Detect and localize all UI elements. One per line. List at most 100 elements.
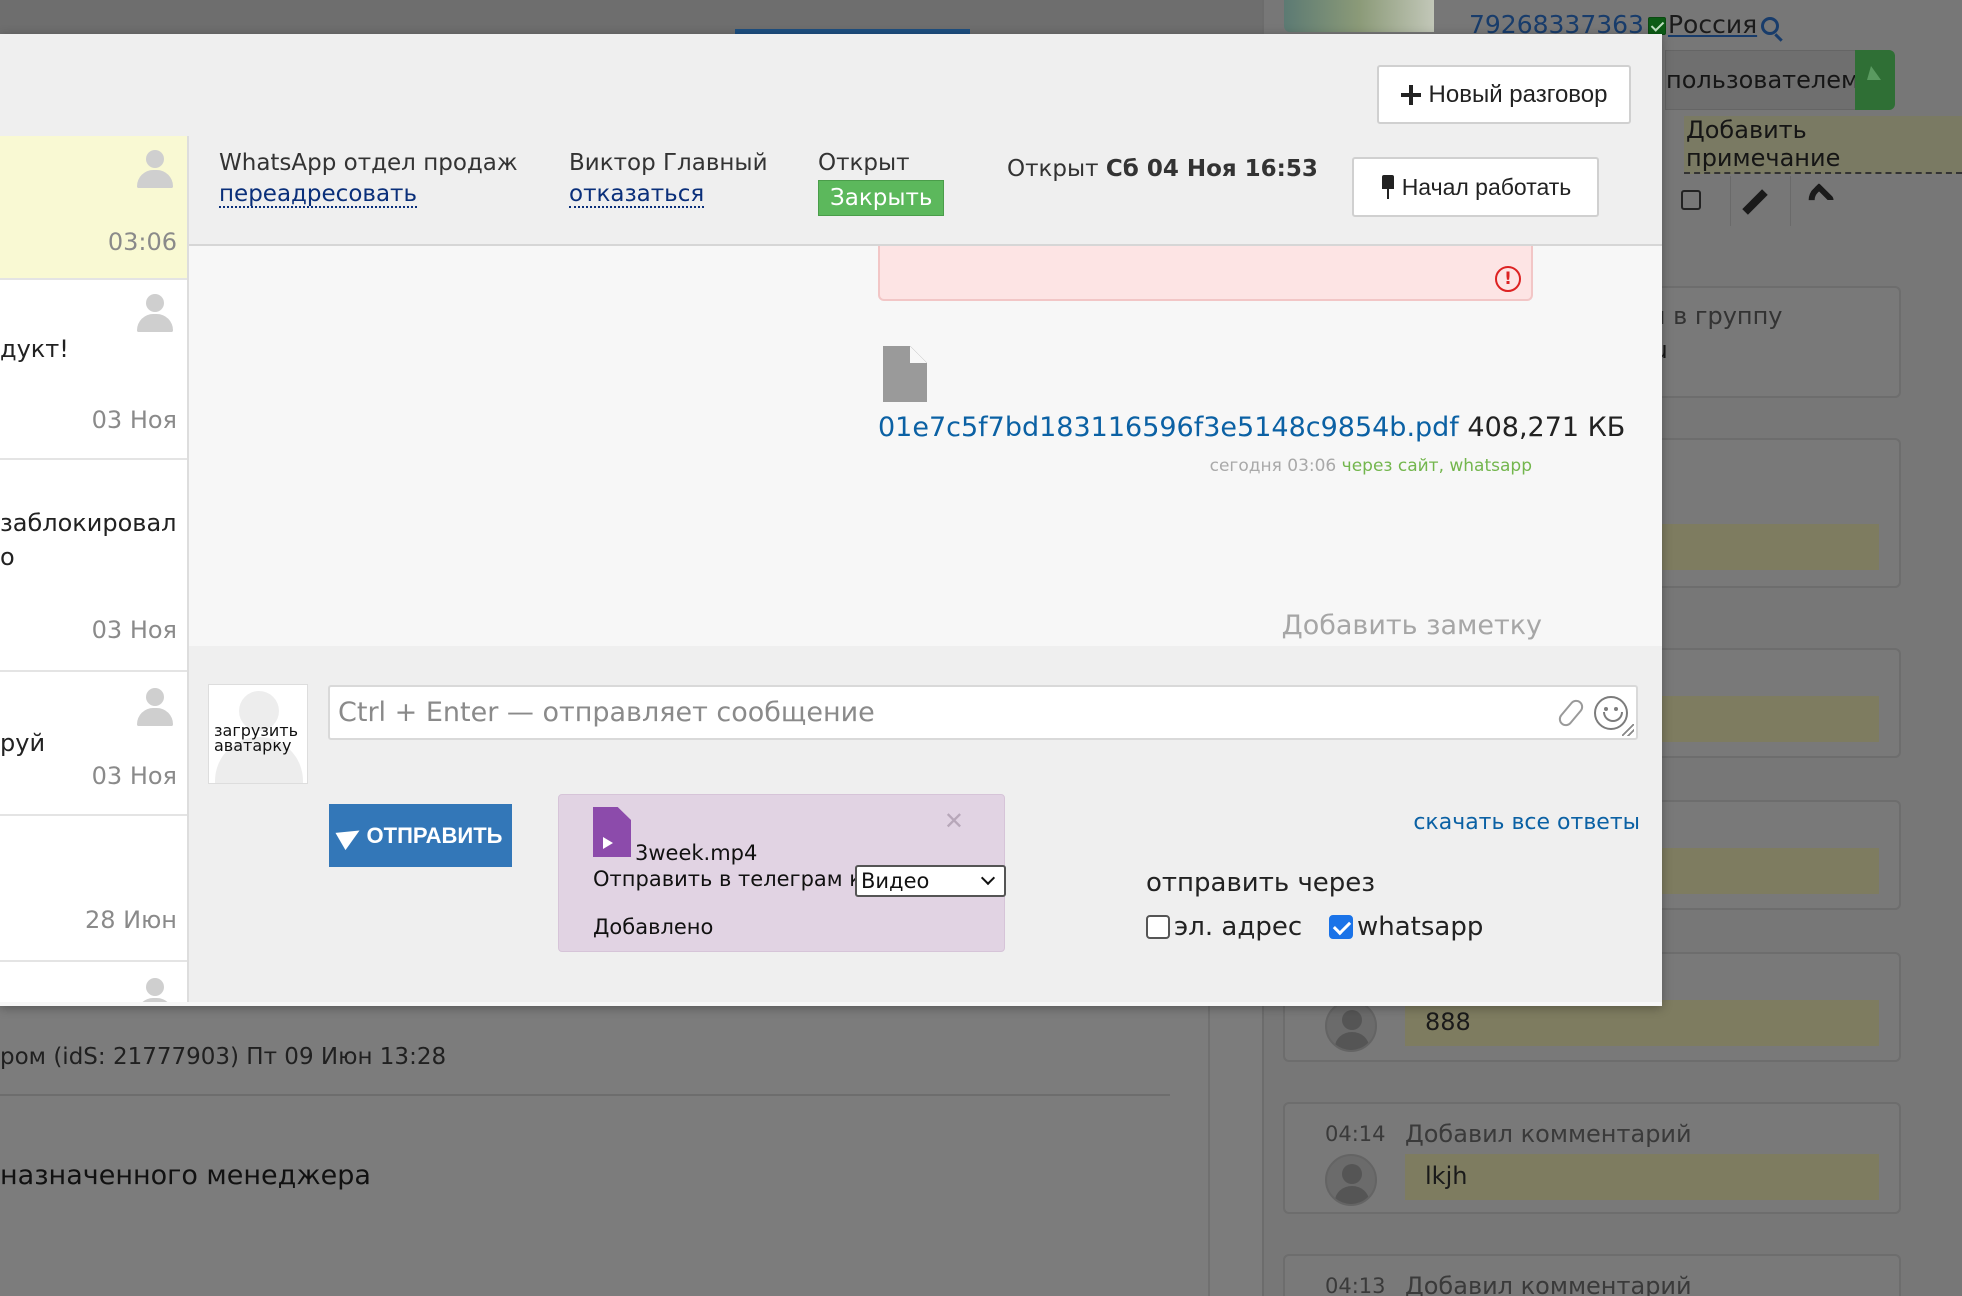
contact-photo: [1284, 0, 1434, 32]
card-comment: 888: [1425, 1008, 1471, 1036]
edit-cell[interactable]: [1730, 176, 1790, 226]
history-card: 04:14 Добавил комментарий lkjh: [1283, 1102, 1901, 1214]
conversation-item[interactable]: заблокировал о 03 Ноя: [0, 460, 187, 672]
file-size: 408,271 КБ: [1467, 412, 1626, 443]
conversation-preview: руй: [0, 729, 46, 757]
email-option-label: эл. адрес: [1174, 912, 1303, 942]
start-work-button[interactable]: Начал работать: [1352, 157, 1599, 217]
error-icon[interactable]: !: [1495, 266, 1521, 292]
conversation-date: 28 Июн: [84, 906, 177, 934]
send-via-label: отправить через: [1146, 868, 1376, 898]
send-label: ОТПРАВИТЬ: [366, 822, 503, 848]
attachment-panel: ✕ 3week.mp4 Отправить в телеграм как: Ви…: [558, 794, 1006, 952]
user-button[interactable]: пользователем: [1665, 50, 1865, 110]
close-conversation-button[interactable]: Закрыть: [818, 180, 945, 216]
conversation-date: 03 Ноя: [91, 616, 177, 644]
card-comment-box: [1405, 1154, 1879, 1200]
redirect-link[interactable]: переадресовать: [219, 182, 418, 208]
decline-link[interactable]: отказаться: [569, 182, 705, 208]
conversation-modal: Новый разговор 03:06 дукт! 03 Ноя заблок…: [0, 34, 1662, 1006]
bolt-icon[interactable]: [1855, 50, 1895, 110]
message-meta: сегодня 03:06 через сайт, whatsapp: [1210, 456, 1532, 476]
conversation-date: 03 Ноя: [91, 406, 177, 434]
add-note-link[interactable]: Добавить примечание: [1684, 116, 1962, 174]
video-file-icon: [593, 807, 631, 857]
background-divider: [1208, 1000, 1210, 1296]
message-thread: ! 01e7c5f7bd183116596f3e5148c9854b.pdf 4…: [189, 246, 1662, 646]
remove-attachment-icon[interactable]: ✕: [944, 807, 964, 835]
status-label: Открыт: [818, 150, 910, 176]
user-icon: [137, 294, 173, 334]
message-composer: загрузить аватарку ОТПРАВИТЬ ✕ 3week.mp4…: [189, 646, 1662, 1002]
conversation-date: 03 Ноя: [91, 762, 177, 790]
conversation-preview: дукт!: [0, 335, 69, 363]
modal-toolbar: Новый разговор: [0, 34, 1662, 136]
download-all-link[interactable]: скачать все ответы: [1413, 810, 1640, 835]
paperclip-icon[interactable]: [1555, 697, 1587, 729]
card-time: 04:14: [1325, 1122, 1386, 1146]
conversation-preview: заблокировал: [0, 509, 177, 537]
card-title: Добавил комментарий: [1405, 1272, 1692, 1296]
paper-plane-icon: [334, 821, 365, 850]
channel-block: WhatsApp отдел продаж переадресовать: [219, 150, 518, 208]
email-checkbox[interactable]: [1146, 915, 1170, 939]
send-as-select[interactable]: Видео: [855, 865, 1006, 897]
message-time: сегодня 03:06: [1209, 456, 1337, 476]
opened-at: Открыт Сб 04 Ноя 16:53: [1007, 156, 1318, 182]
plus-icon: [1400, 84, 1421, 105]
new-conversation-label: Новый разговор: [1428, 80, 1608, 108]
conversation-item[interactable]: 28 Июн: [0, 816, 187, 962]
card-title: Добавил комментарий: [1405, 1120, 1692, 1148]
file-icon: [883, 346, 927, 402]
pin-icon: [1380, 175, 1396, 199]
pencil-icon: [1742, 189, 1768, 215]
opened-datetime: Сб 04 Ноя 16:53: [1105, 156, 1318, 182]
upload-avatar-label: загрузить аватарку: [214, 721, 298, 755]
attachment-name: 3week.mp4: [635, 841, 758, 865]
manager-block: Виктор Главный отказаться: [569, 150, 768, 208]
avatar-upload[interactable]: загрузить аватарку: [208, 684, 308, 784]
message-channel: через сайт, whatsapp: [1341, 456, 1532, 476]
card-comment-box: [1405, 1000, 1879, 1046]
action-icons-row: [1660, 176, 1962, 226]
whatsapp-option-label: whatsapp: [1357, 912, 1484, 942]
new-conversation-button[interactable]: Новый разговор: [1377, 65, 1631, 124]
channel-name: WhatsApp отдел продаж: [219, 150, 518, 176]
history-card: 04:13 Добавил комментарий: [1283, 1254, 1901, 1296]
conversation-item[interactable]: дукт! 03 Ноя: [0, 280, 187, 460]
checkbox-task-icon: [1681, 190, 1701, 210]
background-event-text: ром (idS: 21777903) Пт 09 Июн 13:28: [0, 1044, 447, 1070]
add-note-button[interactable]: Добавить заметку: [1282, 610, 1542, 641]
user-icon: [137, 150, 173, 190]
conversation-item[interactable]: 03:06: [0, 136, 187, 280]
card-time: 04:13: [1325, 1274, 1386, 1296]
whatsapp-checkbox[interactable]: [1329, 915, 1353, 939]
verified-check-icon: [1647, 17, 1666, 35]
start-work-label: Начал работать: [1401, 173, 1572, 200]
conversation-list: 03:06 дукт! 03 Ноя заблокировал о 03 Ноя…: [0, 136, 189, 1002]
channel-email-option[interactable]: эл. адрес: [1146, 912, 1302, 942]
opened-prefix: Открыт: [1007, 156, 1099, 182]
resize-handle[interactable]: [1622, 724, 1634, 736]
conversation-preview: о: [0, 543, 15, 571]
send-as-label: Отправить в телеграм как:: [593, 867, 895, 891]
conversation-item[interactable]: руй 03 Ноя: [0, 672, 187, 816]
message-input-wrapper: [328, 685, 1638, 740]
conversation-item[interactable]: [0, 962, 187, 1002]
task-cell[interactable]: [1660, 176, 1720, 226]
background-event-text: назначенного менеджера: [0, 1160, 371, 1191]
message-input[interactable]: [338, 687, 1538, 738]
search-icon[interactable]: [1761, 17, 1780, 35]
conversation-header: WhatsApp отдел продаж переадресовать Вик…: [189, 136, 1662, 246]
channel-whatsapp-option[interactable]: whatsapp: [1329, 912, 1483, 942]
conversation-date: 03:06: [107, 228, 177, 256]
phone-icon: [1802, 183, 1836, 217]
call-cell[interactable]: [1790, 176, 1850, 226]
card-comment: lkjh: [1425, 1162, 1468, 1190]
error-message-bubble: !: [878, 246, 1533, 301]
file-link[interactable]: 01e7c5f7bd183116596f3e5148c9854b.pdf: [878, 412, 1459, 443]
user-icon: [137, 978, 173, 1002]
contact-country: Россия: [1667, 10, 1758, 39]
send-button[interactable]: ОТПРАВИТЬ: [329, 804, 512, 867]
background-separator: [0, 1094, 1170, 1096]
